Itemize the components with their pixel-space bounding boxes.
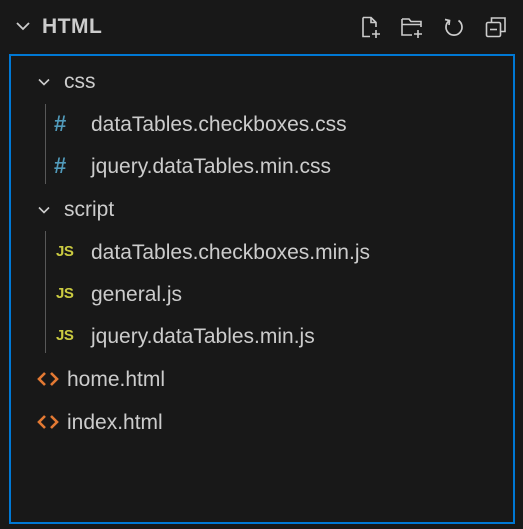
- collapse-all-icon: [485, 17, 506, 38]
- chevron-down-icon[interactable]: [14, 17, 32, 35]
- tree-item-label: script: [64, 198, 115, 221]
- tree-item-label: general.js: [91, 283, 183, 306]
- new-folder-button[interactable]: [397, 12, 427, 42]
- tree-item-label: home.html: [67, 368, 166, 391]
- tree-item-file[interactable]: index.html: [11, 402, 513, 442]
- explorer-section-header[interactable]: HTML: [0, 0, 523, 54]
- tree-item-label: dataTables.checkboxes.min.js: [91, 241, 370, 264]
- section-title: HTML: [42, 15, 103, 38]
- new-folder-icon: [401, 18, 422, 38]
- tree-item-file[interactable]: # jquery.dataTables.min.css: [11, 146, 513, 186]
- tree-item-file[interactable]: # dataTables.checkboxes.css: [11, 104, 513, 144]
- html-file-icon: [37, 372, 59, 386]
- refresh-button[interactable]: [439, 12, 469, 42]
- tree-item-label: dataTables.checkboxes.css: [91, 113, 347, 136]
- file-tree: css # dataTables.checkboxes.css # jquery…: [9, 54, 515, 524]
- js-file-icon: JS: [56, 285, 74, 302]
- tree-item-label: jquery.dataTables.min.js: [91, 325, 315, 348]
- explorer-panel: HTML css # dataTables.checkboxes.css # j…: [0, 0, 523, 529]
- tree-item-label: jquery.dataTables.min.css: [91, 155, 332, 178]
- header-actions: [343, 12, 511, 42]
- tree-item-label: index.html: [67, 411, 163, 434]
- tree-item-file[interactable]: JS dataTables.checkboxes.min.js: [11, 232, 513, 272]
- html-file-icon: [37, 415, 59, 429]
- tree-item-folder-css[interactable]: css: [11, 61, 513, 101]
- tree-item-file[interactable]: JS jquery.dataTables.min.js: [11, 316, 513, 356]
- js-file-icon: JS: [56, 327, 74, 344]
- collapse-all-button[interactable]: [481, 12, 511, 42]
- chevron-down-icon: [38, 78, 50, 86]
- new-file-button[interactable]: [355, 12, 385, 42]
- tree-item-file[interactable]: home.html: [11, 359, 513, 399]
- css-file-icon: #: [54, 111, 67, 136]
- css-file-icon: #: [54, 153, 67, 178]
- chevron-down-icon: [38, 206, 50, 214]
- tree-item-folder-script[interactable]: script: [11, 189, 513, 229]
- tree-item-file[interactable]: JS general.js: [11, 274, 513, 314]
- new-file-icon: [362, 16, 380, 38]
- tree-item-label: css: [64, 70, 96, 93]
- js-file-icon: JS: [56, 243, 74, 260]
- refresh-icon: [444, 18, 463, 36]
